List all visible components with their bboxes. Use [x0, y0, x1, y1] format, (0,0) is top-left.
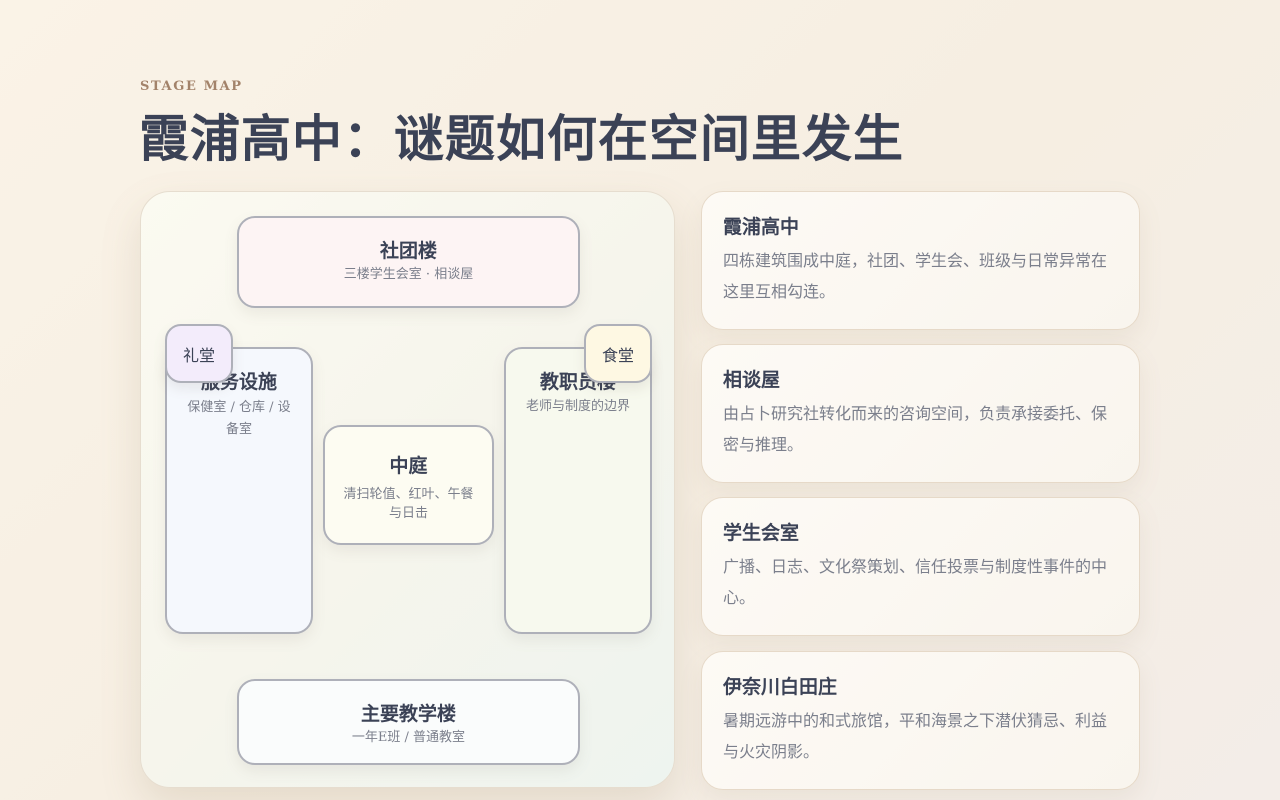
- info-card-kasumiura-high: 霞浦高中 四栋建筑围成中庭，社团、学生会、班级与日常异常在这里互相勾连。: [701, 191, 1140, 330]
- courtyard-desc: 清扫轮值、红叶、午餐与日击: [343, 487, 474, 521]
- info-card-title: 学生会室: [723, 522, 800, 544]
- canteen-tag: 食堂: [584, 324, 652, 383]
- courtyard: 中庭 清扫轮值、红叶、午餐与日击: [323, 425, 494, 545]
- main-teaching-building: 主要教学楼 一年E班 / 普通教室: [237, 679, 580, 765]
- info-card-title: 霞浦高中: [723, 216, 800, 238]
- info-card-body: 由占卜研究社转化而来的咨询空间，负责承接委托、保密与推理。: [723, 404, 1108, 454]
- staff-building: 教职员楼 老师与制度的边界: [504, 347, 652, 634]
- club-building-name: 社团楼: [379, 240, 437, 262]
- info-card-body: 暑期远游中的和式旅馆，平和海景之下潜伏猜忌、利益与火灾阴影。: [723, 711, 1108, 761]
- stage-map-panel: 社团楼 三楼学生会室 · 相谈屋 服务设施 保健室 / 仓库 / 设备室 教职员…: [140, 191, 675, 788]
- main-teaching-building-desc: 一年E班 / 普通教室: [351, 730, 466, 745]
- eyebrow-label: STAGE MAP: [140, 79, 243, 94]
- info-card-body: 广播、日志、文化祭策划、信任投票与制度性事件的中心。: [723, 557, 1108, 607]
- service-facilities: 服务设施 保健室 / 仓库 / 设备室: [165, 347, 313, 634]
- club-building-desc: 三楼学生会室 · 相谈屋: [343, 267, 474, 282]
- info-card-title: 相谈屋: [723, 369, 781, 391]
- main-teaching-building-name: 主要教学楼: [360, 703, 456, 725]
- club-building: 社团楼 三楼学生会室 · 相谈屋: [237, 216, 580, 308]
- info-card-inagawa-inn: 伊奈川白田庄 暑期远游中的和式旅馆，平和海景之下潜伏猜忌、利益与火灾阴影。: [701, 651, 1140, 790]
- auditorium-tag: 礼堂: [165, 324, 233, 383]
- info-card-student-council: 学生会室 广播、日志、文化祭策划、信任投票与制度性事件的中心。: [701, 497, 1140, 636]
- service-facilities-desc: 保健室 / 仓库 / 设备室: [187, 400, 291, 437]
- info-card-body: 四栋建筑围成中庭，社团、学生会、班级与日常异常在这里互相勾连。: [723, 251, 1108, 301]
- courtyard-name: 中庭: [389, 455, 428, 477]
- staff-building-desc: 老师与制度的边界: [525, 399, 630, 414]
- page-title: 霞浦高中：谜题如何在空间里发生: [139, 109, 904, 168]
- info-card-title: 伊奈川白田庄: [723, 676, 838, 698]
- info-card-consultation-room: 相谈屋 由占卜研究社转化而来的咨询空间，负责承接委托、保密与推理。: [701, 344, 1140, 483]
